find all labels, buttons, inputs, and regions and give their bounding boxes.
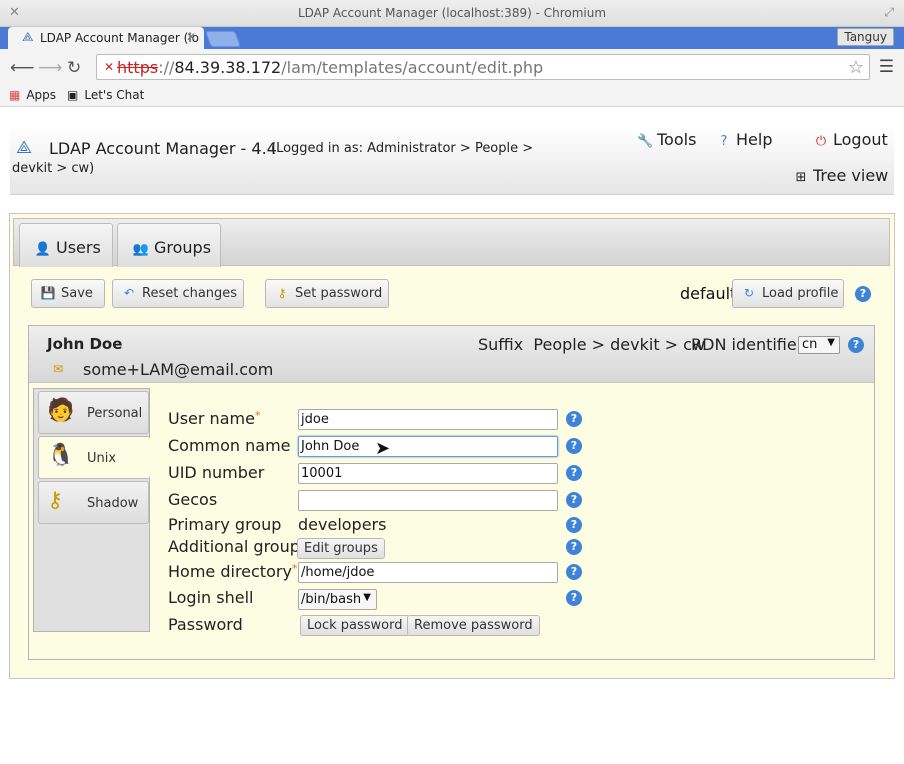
edit-groups-button[interactable]: Edit groups	[297, 538, 385, 559]
set-password-button[interactable]: ⚷ Set password	[265, 279, 389, 308]
save-button[interactable]: 💾 Save	[31, 279, 105, 308]
uid-number-label: UID number	[168, 463, 265, 482]
tree-icon: ⊞	[795, 170, 807, 185]
address-bar[interactable]: ✕ https://84.39.38.172/lam/templates/acc…	[96, 54, 870, 80]
common-name-input[interactable]: John Doe	[298, 436, 558, 457]
app-title: LDAP Account Manager - 4.4	[49, 139, 277, 158]
logged-in-info-cont: devkit > cw)	[12, 161, 95, 176]
common-name-label: Common name	[168, 436, 291, 455]
menu-icon[interactable]: ☰	[879, 57, 894, 77]
chat-icon: ▣	[67, 88, 79, 102]
help-icon[interactable]: ?	[566, 517, 582, 533]
account-type-tabs: 👤 Users 👥 Groups	[13, 218, 890, 267]
home-directory-label: Home directory*	[168, 562, 298, 581]
bookmark-lets-chat[interactable]: ▣ Let's Chat	[67, 88, 144, 102]
lam-logo-icon: ⟁	[16, 137, 33, 158]
user-name-label: User name*	[168, 409, 261, 428]
maximize-icon[interactable]: ⤢	[884, 5, 894, 20]
module-personal[interactable]: 🧑 Personal	[38, 391, 149, 434]
browser-tab-title: LDAP Account Manager (lo	[40, 31, 200, 45]
lam-header: ⟁ LDAP Account Manager - 4.4 (Logged in …	[10, 127, 894, 195]
lam-favicon-icon: ⟁	[22, 30, 34, 45]
window-title: LDAP Account Manager (localhost:389) - C…	[297, 6, 607, 20]
primary-group-label: Primary group	[168, 515, 282, 534]
additional-groups-label: Additional groups	[168, 537, 309, 556]
tab-strip: ⟁ LDAP Account Manager (lo ✕ Tanguy	[0, 27, 904, 49]
password-label: Password	[168, 615, 243, 634]
refresh-icon: ↻	[743, 286, 755, 300]
mail-icon: ✉	[53, 362, 64, 376]
load-profile-button[interactable]: ↻ Load profile	[732, 279, 844, 308]
gecos-input[interactable]	[298, 490, 558, 511]
bookmarks-bar: ▦ Apps ▣ Let's Chat	[0, 85, 904, 107]
account-panel: John Doe ✉ some+LAM@email.com Suffix Peo…	[28, 325, 875, 660]
help-icon[interactable]: ?	[566, 411, 582, 427]
help-icon[interactable]: ?	[566, 590, 582, 606]
help-icon[interactable]: ?	[566, 564, 582, 580]
help-icon[interactable]: ?	[566, 492, 582, 508]
user-icon: 👤	[34, 242, 52, 257]
module-unix[interactable]: 🐧 Unix	[38, 436, 150, 479]
wrench-icon: 🔧	[637, 134, 654, 149]
back-icon[interactable]: ⟵	[10, 58, 34, 78]
browser-tab[interactable]: ⟁ LDAP Account Manager (lo ✕	[8, 27, 204, 49]
home-directory-input[interactable]: /home/jdoe	[298, 562, 558, 583]
reset-changes-button[interactable]: ↶ Reset changes	[112, 279, 244, 308]
help-icon[interactable]: ?	[848, 337, 864, 353]
uid-number-input[interactable]: 10001	[298, 463, 558, 484]
account-name: John Doe	[47, 335, 123, 353]
reload-icon[interactable]: ↻	[67, 58, 81, 78]
tree-view-link[interactable]: ⊞ Tree view	[793, 166, 889, 185]
help-icon: ?	[720, 134, 728, 149]
apps-grid-icon: ▦	[9, 88, 21, 102]
key-icon: ⚷	[47, 488, 64, 513]
tab-groups[interactable]: 👥 Groups	[117, 223, 221, 267]
rdn-select[interactable]: cn ▼	[798, 336, 840, 354]
main-panel: 👤 Users 👥 Groups 💾 Save ↶ Reset changes ⚷ Set…	[9, 213, 895, 679]
lock-password-button[interactable]: Lock password	[300, 615, 410, 636]
remove-password-button[interactable]: Remove password	[407, 615, 540, 636]
floppy-icon: 💾	[40, 286, 56, 300]
profile-button[interactable]: Tanguy	[837, 28, 894, 46]
bookmark-star-icon[interactable]: ☆	[848, 57, 864, 78]
help-icon[interactable]: ?	[566, 465, 582, 481]
window-titlebar: ✕ LDAP Account Manager (localhost:389) -…	[0, 0, 904, 27]
undo-icon: ↶	[123, 286, 135, 300]
gecos-label: Gecos	[168, 490, 218, 509]
bookmark-apps[interactable]: ▦ Apps	[9, 88, 56, 102]
person-icon: 🧑	[47, 398, 75, 423]
insecure-lock-icon: ✕	[104, 60, 115, 74]
group-icon: 👥	[132, 242, 150, 257]
primary-group-value: developers	[298, 515, 387, 534]
help-icon[interactable]: ?	[566, 539, 582, 555]
logout-link[interactable]: ⏻ Logout	[813, 130, 888, 149]
login-shell-label: Login shell	[168, 588, 254, 607]
module-nav: 🧑 Personal 🐧 Unix ⚷ Shadow	[33, 388, 150, 632]
account-header: John Doe ✉ some+LAM@email.com Suffix Peo…	[29, 326, 874, 383]
profile-name: default	[680, 284, 737, 303]
new-tab-button[interactable]	[205, 31, 241, 47]
chevron-down-icon: ▼	[363, 592, 371, 603]
tools-link[interactable]: 🔧 Tools	[637, 130, 696, 149]
help-icon[interactable]: ?	[855, 286, 871, 302]
help-icon[interactable]: ?	[566, 438, 582, 454]
url-text: https://84.39.38.172/lam/templates/accou…	[117, 58, 544, 77]
login-shell-select[interactable]: /bin/bash ▼	[298, 589, 377, 610]
close-tab-icon[interactable]: ✕	[186, 30, 196, 44]
rdn-label: RDN identifier	[691, 335, 804, 354]
module-shadow[interactable]: ⚷ Shadow	[38, 481, 149, 524]
user-name-input[interactable]: jdoe	[298, 409, 558, 430]
browser-toolbar: ⟵ ⟶ ↻ ✕ https://84.39.38.172/lam/templat…	[0, 49, 904, 85]
suffix-info: Suffix People > devkit > cw	[478, 335, 706, 354]
logged-in-info: (Logged in as: Administrator > People >	[271, 141, 534, 156]
key-icon: ⚷	[277, 286, 287, 300]
help-link[interactable]: ? Help	[716, 130, 773, 149]
tab-users[interactable]: 👤 Users	[19, 223, 113, 267]
forward-icon[interactable]: ⟶	[38, 58, 62, 78]
mouse-cursor-icon: ➤	[375, 438, 391, 459]
power-icon: ⏻	[815, 134, 827, 149]
tux-penguin-icon: 🐧	[47, 443, 75, 468]
account-email: some+LAM@email.com	[83, 360, 274, 379]
